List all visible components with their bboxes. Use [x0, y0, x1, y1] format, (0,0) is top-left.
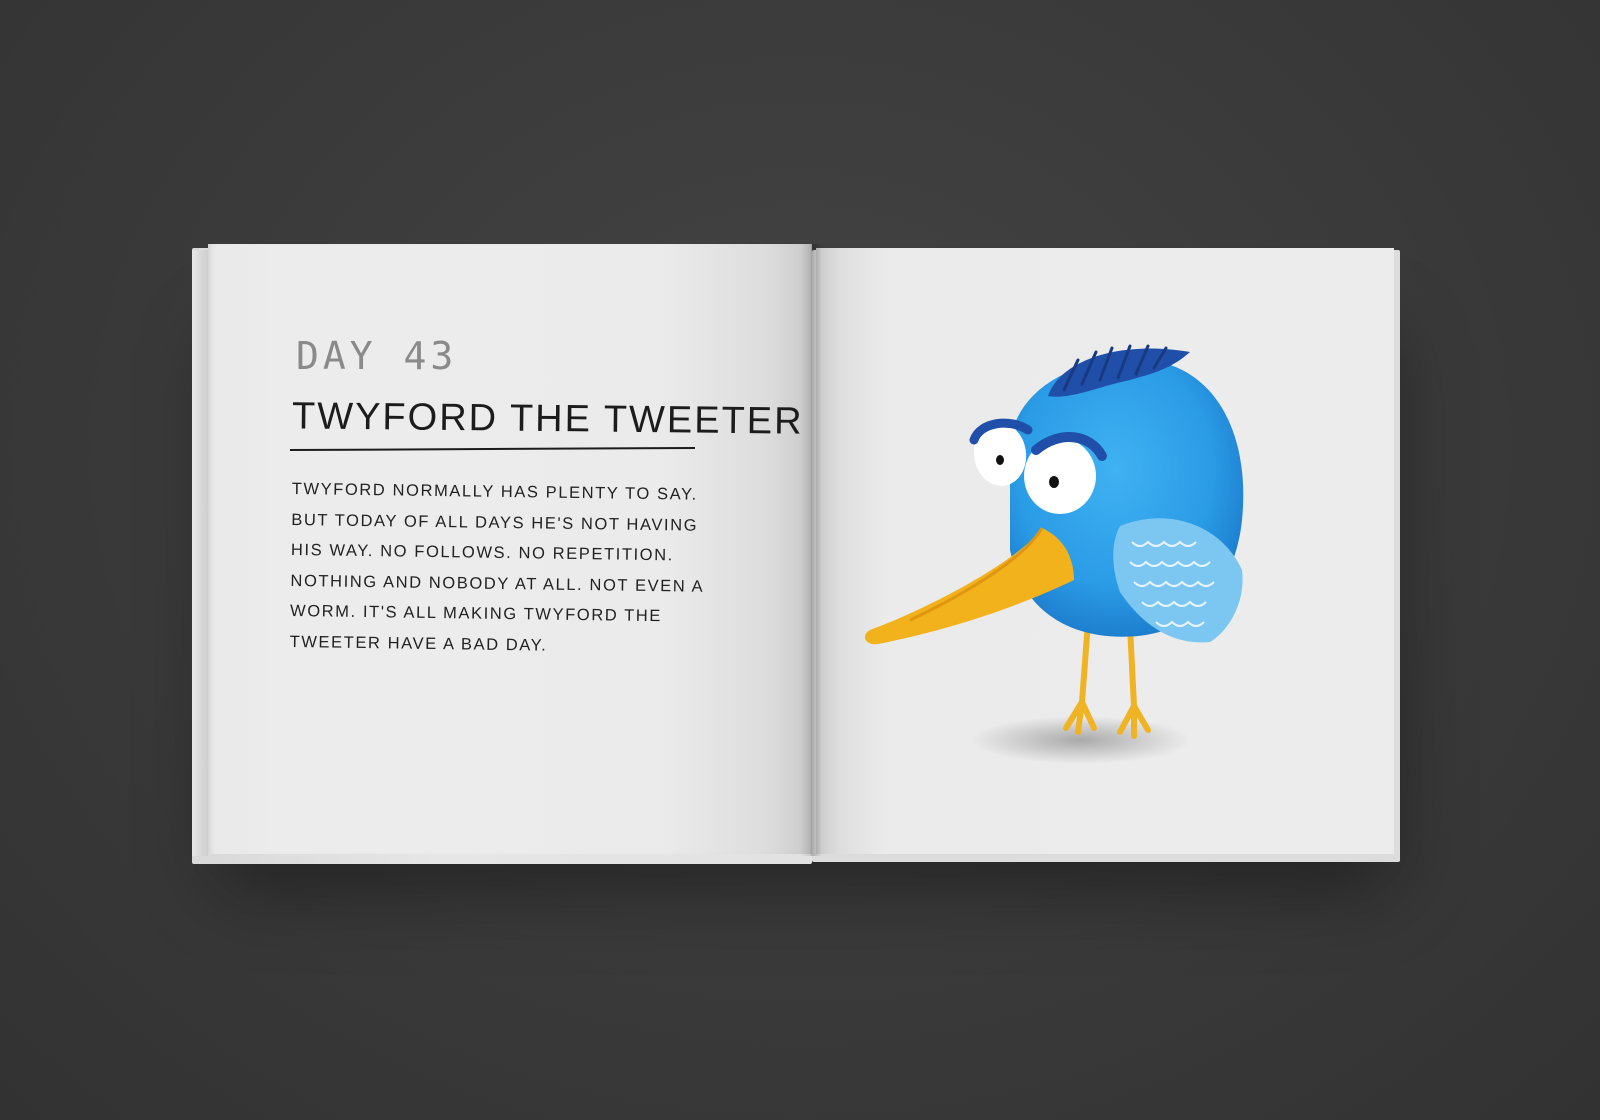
day-label: DAY 43 [296, 334, 458, 378]
sad-blue-bird-icon [864, 344, 1244, 764]
bird-beak [864, 528, 1074, 645]
book-gutter [800, 244, 822, 856]
story-title: TWYFORD THE TWEETER [291, 395, 804, 443]
story-body: TWYFORD NORMALLY HAS PLENTY TO SAY. BUT … [289, 479, 704, 655]
left-page-edge [192, 250, 208, 856]
